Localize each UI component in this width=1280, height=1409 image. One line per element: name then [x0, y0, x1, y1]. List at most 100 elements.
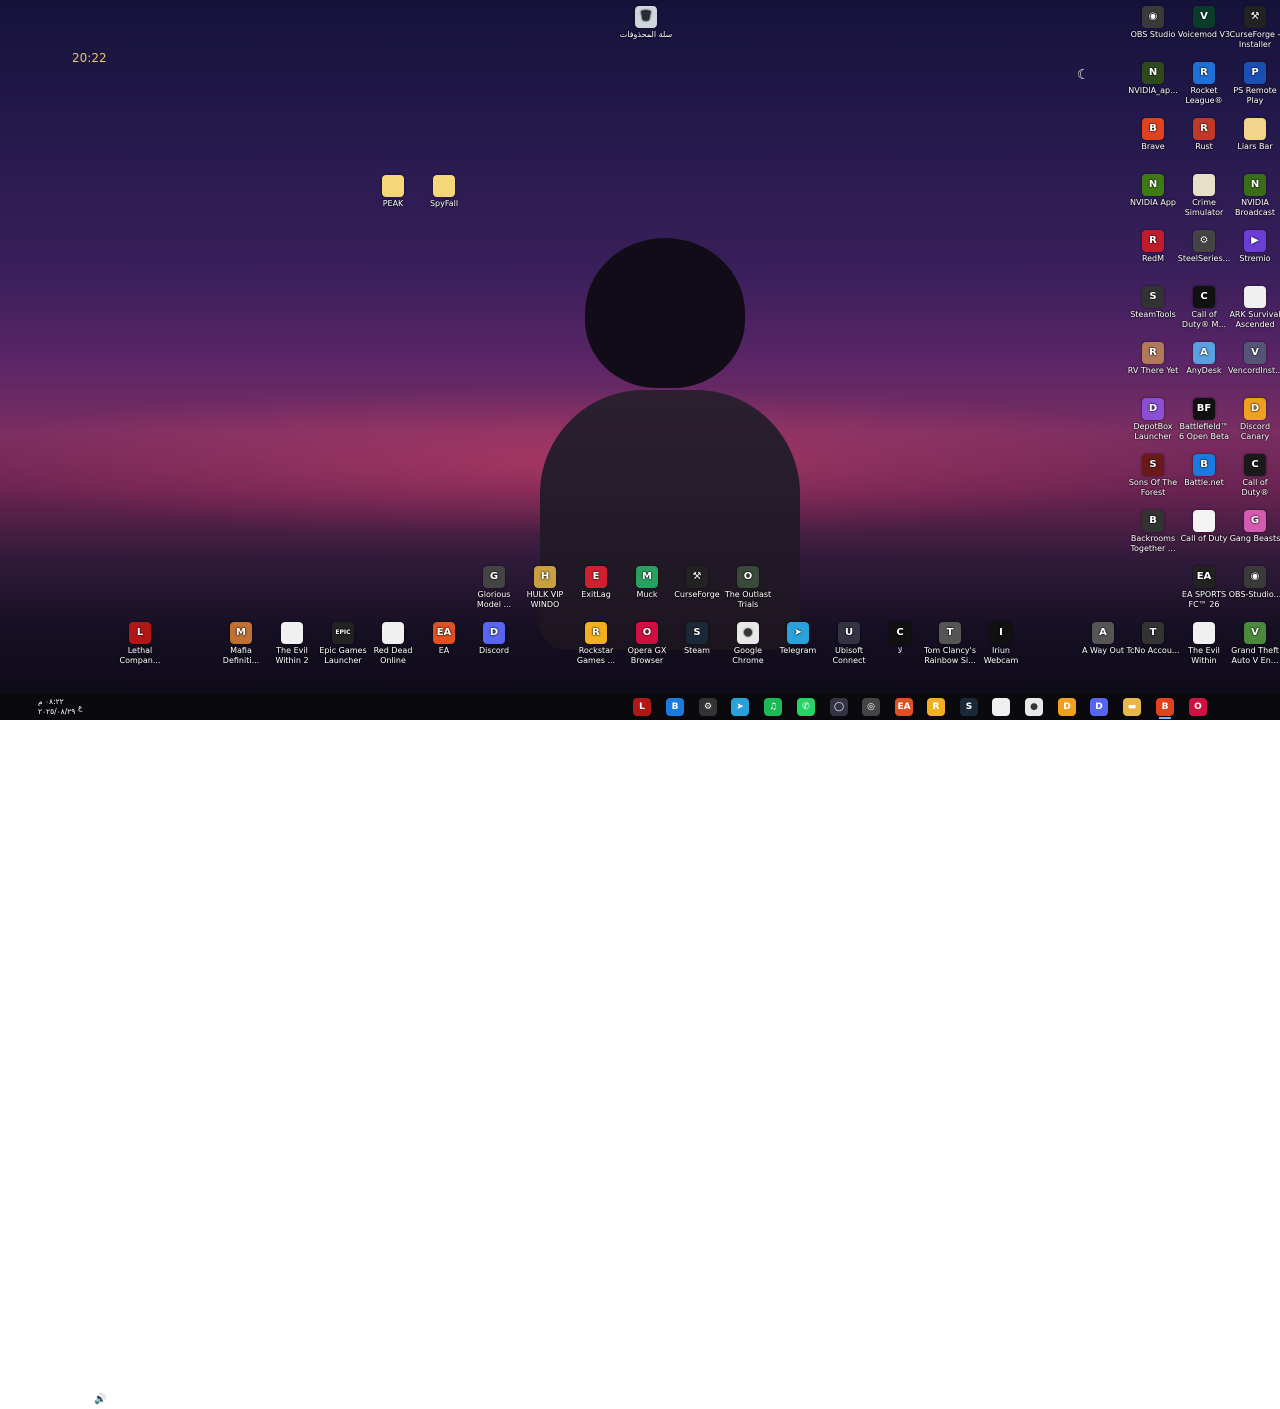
desktop-shortcut[interactable]: N NVIDIA App — [1126, 174, 1180, 208]
taskbar-app-1-icon[interactable]: L — [633, 698, 651, 716]
folder-spyfall[interactable]: SpyFall — [417, 175, 471, 209]
recycle-bin-icon[interactable]: 🗑 سلة المحذوفات — [619, 6, 673, 40]
input-language[interactable]: ع — [78, 703, 82, 712]
desktop-shortcut[interactable]: ➤ Telegram — [771, 622, 825, 656]
desktop-shortcut[interactable]: R Rocket League® — [1177, 62, 1231, 106]
icon-label: Battle.net — [1184, 478, 1224, 487]
taskbar-app-6-icon[interactable]: ✆ — [797, 698, 815, 716]
desktop-shortcut[interactable]: H HULK VIP WINDO — [518, 566, 572, 610]
desktop-shortcut[interactable]: D DepotBox Launcher — [1126, 398, 1180, 442]
desktop-shortcut[interactable]: N NVIDIA_ap... — [1126, 62, 1180, 96]
icon-label: OBS-Studio... — [1228, 590, 1280, 599]
desktop-shortcut[interactable]: ◉ OBS Studio — [1126, 6, 1180, 40]
desktop-shortcut[interactable]: Crime Simulator — [1177, 174, 1231, 218]
app-icon: I — [990, 622, 1012, 644]
search-icon[interactable]: ⌕ — [1225, 1391, 1233, 1407]
desktop-shortcut[interactable]: S Sons Of The Forest — [1126, 454, 1180, 498]
icon-label: RV There Yet — [1127, 366, 1179, 375]
desktop-shortcut[interactable]: I Iriun Webcam — [974, 622, 1028, 666]
taskbar-app-9-icon[interactable]: EA — [895, 698, 913, 716]
desktop-shortcut[interactable]: R RV There Yet — [1126, 342, 1180, 376]
folder-peak[interactable]: PEAK — [366, 175, 420, 209]
desktop-shortcut[interactable]: C Call of Duty® — [1228, 454, 1280, 498]
microphone-icon[interactable]: 🎙 — [128, 1394, 141, 1405]
desktop-shortcut[interactable]: D Discord Canary — [1228, 398, 1280, 442]
desktop-shortcut[interactable]: O Opera GX Browser — [620, 622, 674, 666]
icon-label: Call of Duty® M... — [1181, 310, 1227, 329]
desktop-shortcut[interactable]: ▶ Stremio — [1228, 230, 1280, 264]
taskbar-app-17-icon[interactable]: B — [1156, 698, 1174, 719]
taskbar-app-18-icon[interactable]: O — [1189, 698, 1207, 716]
desktop-shortcut[interactable]: S Steam — [670, 622, 724, 656]
desktop-shortcut[interactable]: A AnyDesk — [1177, 342, 1231, 376]
desktop-shortcut[interactable]: ARK Survival Ascended — [1228, 286, 1280, 330]
app-icon: ◉ — [1142, 6, 1164, 28]
wallpaper-figure-head — [585, 238, 745, 388]
desktop-shortcut[interactable]: P PS Remote Play — [1228, 62, 1280, 106]
taskbar-app-13-icon[interactable]: ● — [1025, 698, 1043, 716]
desktop-shortcut[interactable]: M Muck — [620, 566, 674, 600]
desktop-shortcut[interactable]: BF Battlefield™ 6 Open Beta — [1177, 398, 1231, 442]
app-icon: V — [1193, 6, 1215, 28]
desktop-shortcut[interactable]: M Mafia Definiti... — [214, 622, 268, 666]
desktop-shortcut[interactable]: V Voicemod V3 — [1177, 6, 1231, 40]
desktop-shortcut[interactable]: N NVIDIA Broadcast — [1228, 174, 1280, 218]
taskbar-app-16-icon[interactable]: ▬ — [1123, 698, 1141, 716]
app-icon: EPIC — [332, 622, 354, 644]
desktop-shortcut[interactable]: EA EA — [417, 622, 471, 656]
desktop-shortcut[interactable]: R Rust — [1177, 118, 1231, 152]
desktop-shortcut[interactable]: L Lethal Compan... — [113, 622, 167, 666]
desktop-shortcut[interactable]: EPIC Epic Games Launcher — [316, 622, 370, 666]
desktop-shortcut[interactable]: R Rockstar Games ... — [569, 622, 623, 666]
desktop-shortcut[interactable]: T Tom Clancy's Rainbow Si... — [923, 622, 977, 666]
taskbar-app-7-icon[interactable]: ◯ — [830, 698, 848, 716]
desktop-shortcut[interactable]: D Discord — [467, 622, 521, 656]
volume-icon[interactable]: 🔊 — [94, 1394, 106, 1405]
icon-label: Google Chrome — [732, 646, 764, 665]
desktop-shortcut[interactable]: ⚙ SteelSeries... — [1177, 230, 1231, 264]
desktop-shortcut[interactable]: O The Outlast Trials — [721, 566, 775, 610]
desktop-shortcut[interactable]: ◉ OBS-Studio... — [1228, 566, 1280, 600]
taskbar-app-15-icon[interactable]: D — [1090, 698, 1108, 716]
taskbar-app-3-icon[interactable]: ⚙ — [699, 698, 717, 716]
desktop-shortcut[interactable]: B Backrooms Together ... — [1126, 510, 1180, 554]
desktop-shortcut[interactable]: Red Dead Online — [366, 622, 420, 666]
taskbar-time[interactable]: ٠٨:٢٢ م — [38, 697, 64, 706]
desktop-shortcut[interactable]: The Evil Within — [1177, 622, 1231, 666]
desktop-shortcut[interactable]: ● Google Chrome — [721, 622, 775, 666]
taskbar-app-12-icon[interactable] — [992, 698, 1010, 716]
desktop-shortcut[interactable]: V VencordInst... — [1228, 342, 1280, 376]
desktop-shortcut[interactable]: The Evil Within 2 — [265, 622, 319, 666]
notification-icon[interactable]: ▤ — [16, 1394, 25, 1405]
taskbar-app-10-icon[interactable]: R — [927, 698, 945, 716]
desktop-shortcut[interactable]: G Glorious Model ... — [467, 566, 521, 610]
wallpaper-figure-body — [540, 390, 800, 650]
desktop-shortcut[interactable]: V Grand Theft Auto V En... — [1228, 622, 1280, 666]
chevron-up-icon[interactable]: ︿ — [144, 1394, 154, 1409]
taskbar-app-14-icon[interactable]: D — [1058, 698, 1076, 716]
desktop-shortcut[interactable]: B Battle.net — [1177, 454, 1231, 488]
desktop-shortcut[interactable]: B Brave — [1126, 118, 1180, 152]
taskbar-app-2-icon[interactable]: B — [666, 698, 684, 716]
network-icon[interactable]: ⎙ — [111, 1394, 119, 1405]
taskbar-app-8-icon[interactable]: ◎ — [862, 698, 880, 716]
desktop-shortcut[interactable]: ⚒ CurseForge - Installer — [1228, 6, 1280, 50]
desktop-shortcut[interactable]: Liars Bar — [1228, 118, 1280, 152]
desktop-shortcut[interactable]: U Ubisoft Connect — [822, 622, 876, 666]
desktop-shortcut[interactable]: ⚒ CurseForge — [670, 566, 724, 600]
taskbar-app-4-icon[interactable]: ➤ — [731, 698, 749, 716]
windows-start-icon[interactable]: ⊞ — [1257, 1392, 1268, 1407]
desktop-shortcut[interactable]: Call of Duty — [1177, 510, 1231, 544]
desktop-shortcut[interactable]: EA EA SPORTS FC™ 26 — [1177, 566, 1231, 610]
desktop-shortcut[interactable]: E ExitLag — [569, 566, 623, 600]
desktop-shortcut[interactable]: T TcNo Accou... — [1126, 622, 1180, 656]
desktop-shortcut[interactable]: S SteamTools — [1126, 286, 1180, 320]
taskbar-date[interactable]: ٢٠٢٥/٠٨/٢٩ — [38, 707, 75, 716]
desktop-shortcut[interactable]: G Gang Beasts — [1228, 510, 1280, 544]
taskbar-app-11-icon[interactable]: S — [960, 698, 978, 716]
desktop-shortcut[interactable]: C لا — [873, 622, 927, 656]
desktop-shortcut[interactable]: A A Way Out — [1076, 622, 1130, 656]
desktop-shortcut[interactable]: C Call of Duty® M... — [1177, 286, 1231, 330]
desktop-shortcut[interactable]: R RedM — [1126, 230, 1180, 264]
taskbar-app-5-icon[interactable]: ♫ — [764, 698, 782, 716]
